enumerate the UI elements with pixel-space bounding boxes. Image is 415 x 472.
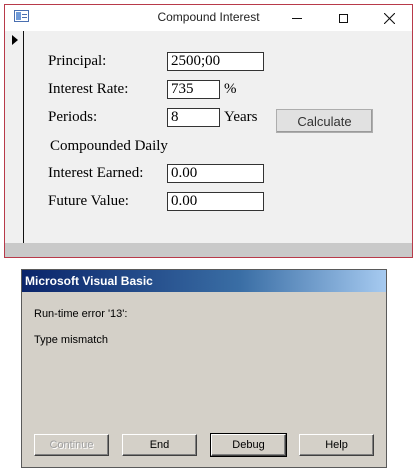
percent-label: % xyxy=(224,81,237,97)
title-bar: Compound Interest xyxy=(5,5,412,31)
dialog-title-bar: Microsoft Visual Basic xyxy=(22,270,386,292)
close-icon xyxy=(383,12,395,24)
record-pointer-icon xyxy=(12,35,18,45)
end-button[interactable]: End xyxy=(122,434,197,456)
compound-interest-window: Compound Interest Principal: 2500;00 Int… xyxy=(4,4,413,258)
future-value-field[interactable]: 0.00 xyxy=(167,192,264,211)
periods-field[interactable]: 8 xyxy=(167,108,220,127)
periods-label: Periods: xyxy=(48,109,98,125)
interest-rate-label: Interest Rate: xyxy=(48,81,129,97)
close-button[interactable] xyxy=(366,5,412,31)
compounded-daily-label: Compounded Daily xyxy=(50,138,168,154)
help-button[interactable]: Help xyxy=(299,434,374,456)
debug-button[interactable]: Debug xyxy=(210,433,287,457)
principal-label: Principal: xyxy=(48,53,107,69)
minimize-icon xyxy=(292,17,302,19)
continue-button[interactable]: Continue xyxy=(34,434,109,456)
maximize-icon xyxy=(338,13,348,23)
error-message-text: Type mismatch xyxy=(34,334,108,346)
future-value-label: Future Value: xyxy=(48,193,129,209)
interest-rate-field[interactable]: 735 xyxy=(167,80,220,99)
form-bottom-bar xyxy=(5,243,412,257)
dialog-title: Microsoft Visual Basic xyxy=(25,274,153,288)
maximize-button[interactable] xyxy=(320,5,366,31)
interest-earned-label: Interest Earned: xyxy=(48,165,144,181)
error-code-text: Run-time error '13': xyxy=(34,308,128,320)
principal-field[interactable]: 2500;00 xyxy=(167,52,264,71)
minimize-button[interactable] xyxy=(274,5,320,31)
years-label: Years xyxy=(224,109,258,125)
calculate-button[interactable]: Calculate xyxy=(276,109,373,133)
record-selector[interactable] xyxy=(5,31,24,243)
vb-error-dialog: Microsoft Visual Basic Run-time error '1… xyxy=(21,269,387,468)
interest-earned-field[interactable]: 0.00 xyxy=(167,164,264,183)
